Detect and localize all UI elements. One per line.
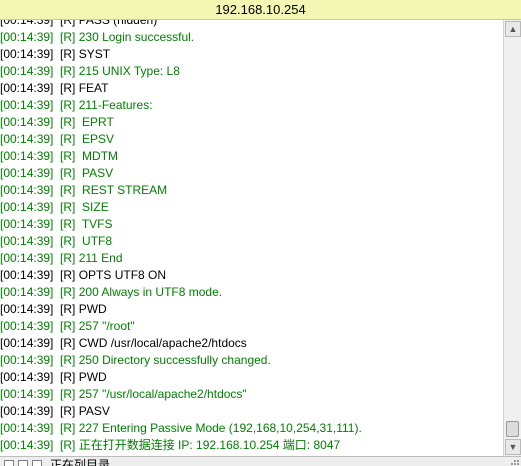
log-line: [00:14:39] [R] UTF8 [0, 234, 113, 248]
log-line: [00:14:39] [R] OPTS UTF8 ON [0, 268, 167, 282]
log-line: [00:14:39] [R] CWD /usr/local/apache2/ht… [0, 336, 247, 350]
status-bar: 正在列目录 [0, 456, 521, 466]
log-line: [00:14:39] [R] REST STREAM [0, 183, 168, 197]
status-indicator-icon [32, 460, 42, 466]
scroll-down-arrow-icon[interactable]: ▼ [505, 439, 521, 455]
session-log[interactable]: [00:14:39] [R] PASS (hidden) [00:14:39] [… [0, 20, 503, 456]
log-line: [00:14:39] [R] EPSV [0, 132, 115, 146]
scroll-up-arrow-icon[interactable]: ▲ [505, 21, 521, 37]
log-line: [00:14:39] [R] PASV [0, 166, 114, 180]
log-line: [00:14:39] [R] 257 "/root" [0, 319, 135, 333]
resize-grip-icon[interactable] [508, 457, 520, 466]
log-line: [00:14:39] [R] PASV [0, 404, 110, 418]
log-line: [00:14:39] [R] SYST [0, 47, 111, 61]
log-line: [00:14:39] [R] 230 Login successful. [0, 30, 195, 44]
log-line: [00:14:39] [R] 257 "/usr/local/apache2/h… [0, 387, 247, 401]
title-bar: 192.168.10.254 [0, 0, 521, 20]
log-line: [00:14:39] [R] PWD [0, 370, 107, 384]
status-text: 正在列目录 [50, 458, 111, 466]
log-line: [00:14:39] [R] FEAT [0, 81, 109, 95]
log-line: [00:14:39] [R] 211 End [0, 251, 123, 265]
window-title: 192.168.10.254 [215, 2, 306, 17]
log-line: [00:14:39] [R] 正在打开数据连接 IP: 192.168.10.2… [0, 438, 341, 452]
log-line: [00:14:39] [R] PWD [0, 302, 107, 316]
scrollbar-thumb[interactable] [506, 421, 519, 437]
log-line: [00:14:39] [R] 250 Directory successfull… [0, 353, 271, 367]
log-line: [00:14:39] [R] EPRT [0, 115, 114, 129]
status-indicator-icon [18, 460, 28, 466]
log-vertical-scrollbar[interactable]: ▲ ▼ [503, 20, 521, 456]
log-line: [00:14:39] [R] MDTM [0, 149, 119, 163]
log-line: [00:14:39] [R] 215 UNIX Type: L8 [0, 64, 180, 78]
log-line: [00:14:39] [R] PASS (hidden) [0, 20, 158, 27]
log-line: [00:14:39] [R] SIZE [0, 200, 109, 214]
log-line: [00:14:39] [R] 211-Features: [0, 98, 153, 112]
log-line: [00:14:39] [R] 227 Entering Passive Mode… [0, 421, 362, 435]
log-line: [00:14:39] [R] TVFS [0, 217, 113, 231]
log-line: [00:14:39] [R] 200 Always in UTF8 mode. [0, 285, 223, 299]
status-indicator-icon [4, 460, 14, 466]
